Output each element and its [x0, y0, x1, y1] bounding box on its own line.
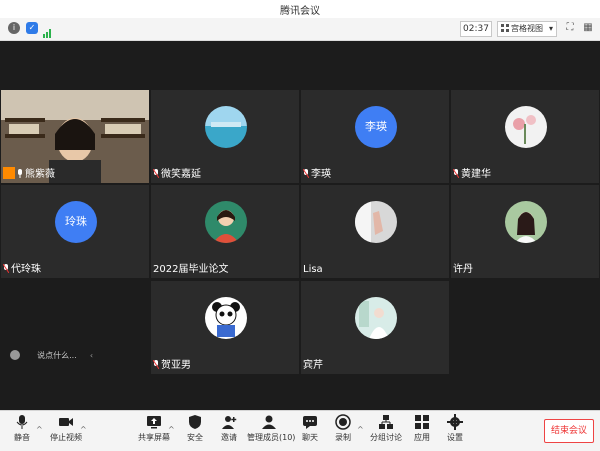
mic-muted-icon — [303, 169, 309, 178]
grid-icon — [501, 23, 509, 32]
participant-name: 贺亚男 — [153, 360, 191, 372]
participant-tile[interactable]: 熊紫薇 — [1, 90, 149, 183]
video-camera-icon — [58, 414, 74, 430]
ocean-photo — [205, 106, 247, 148]
participant-tile[interactable]: 玲珠 代玲珠 — [1, 185, 149, 278]
participant-tile[interactable]: 宾芹 — [301, 281, 449, 374]
participant-tile[interactable]: 李瑛 李瑛 — [301, 90, 449, 183]
meeting-toolbar: 静音 ^ 停止视频 ^ 共享屏幕 ^ 安全 邀请 管理成员(10) 聊天 录制 … — [0, 410, 600, 451]
participant-tile[interactable]: 贺亚男 — [151, 281, 299, 374]
window-title: 腾讯会议 — [280, 6, 320, 17]
bride-photo — [355, 297, 397, 339]
breakout-icon — [378, 414, 394, 430]
participant-name: Lisa — [303, 264, 323, 275]
add-user-icon — [221, 414, 237, 430]
participant-tile[interactable]: 许丹 — [451, 185, 599, 278]
shield-icon — [187, 414, 203, 430]
record-icon — [335, 414, 351, 430]
participant-name: 许丹 — [453, 264, 473, 275]
panda-cartoon — [205, 297, 247, 339]
apps-icon — [414, 414, 430, 430]
chevron-down-icon: ▾ — [548, 24, 553, 33]
participant-name: 黄建华 — [453, 169, 491, 181]
participant-name: 代玲珠 — [3, 264, 41, 276]
participant-name: 熊紫薇 — [3, 167, 55, 181]
chat-bubble-icon — [302, 414, 318, 430]
shield-icon[interactable]: ✓ — [26, 22, 38, 34]
view-mode-select[interactable]: 宫格视图 ▾ — [497, 21, 557, 37]
hand-photo — [355, 201, 397, 243]
participant-tile[interactable]: 微笑嘉延 — [151, 90, 299, 183]
chevron-up-icon[interactable]: ^ — [36, 425, 43, 434]
manage-members-button[interactable]: 管理成员(10) — [247, 413, 295, 449]
participant-name: 2022届毕业论文 — [153, 264, 229, 275]
share-screen-icon — [146, 414, 162, 430]
mic-muted-icon — [3, 264, 9, 273]
view-mode-label: 宫格视图 — [511, 24, 543, 33]
invite-button[interactable]: 邀请 — [207, 413, 251, 449]
chevron-left-icon[interactable]: ‹ — [90, 351, 93, 360]
title-bar: 腾讯会议 — [0, 0, 600, 18]
mic-icon — [18, 169, 22, 178]
chevron-up-icon[interactable]: ^ — [80, 425, 87, 434]
avatar: 玲珠 — [55, 201, 97, 243]
meeting-timer: 02:37 — [460, 21, 492, 37]
avatar: 李瑛 — [355, 106, 397, 148]
chat-input-box[interactable]: 说点什么... ‹ — [10, 343, 94, 360]
girl-photo — [505, 201, 547, 243]
grid-layout-icon[interactable]: ▦ — [581, 21, 595, 35]
participant-name: 微笑嘉延 — [153, 169, 201, 181]
emoji-icon[interactable] — [10, 350, 20, 360]
microphone-icon — [14, 414, 30, 430]
members-icon — [261, 414, 277, 430]
cartoon-girl — [205, 201, 247, 243]
participant-tile[interactable]: Lisa — [301, 185, 449, 278]
meeting-info-bar: i ✓ 02:37 宫格视图 ▾ ⛶ ▦ — [0, 18, 600, 41]
fullscreen-icon[interactable]: ⛶ — [563, 21, 577, 35]
settings-button[interactable]: 设置 — [433, 413, 477, 449]
participant-name: 李瑛 — [303, 169, 331, 181]
mic-muted-icon — [153, 169, 159, 178]
participant-tile[interactable]: 黄建华 — [451, 90, 599, 183]
chat-placeholder: 说点什么... — [37, 351, 77, 360]
mic-muted-icon — [453, 169, 459, 178]
host-icon — [3, 167, 15, 179]
chevron-up-icon[interactable]: ^ — [357, 425, 364, 434]
participant-name: 宾芹 — [303, 360, 323, 371]
info-icon[interactable]: i — [8, 22, 20, 34]
end-meeting-button[interactable]: 结束会议 — [544, 419, 594, 443]
signal-icon[interactable] — [43, 23, 53, 38]
mic-muted-icon — [153, 360, 159, 369]
gear-icon — [447, 414, 463, 430]
flowers-photo — [505, 106, 547, 148]
participant-tile[interactable]: 2022届毕业论文 — [151, 185, 299, 278]
video-grid: 熊紫薇 微笑嘉延 李瑛 李瑛 黄建华 玲珠 代玲珠 2022届毕业论文 Lisa… — [0, 41, 600, 410]
